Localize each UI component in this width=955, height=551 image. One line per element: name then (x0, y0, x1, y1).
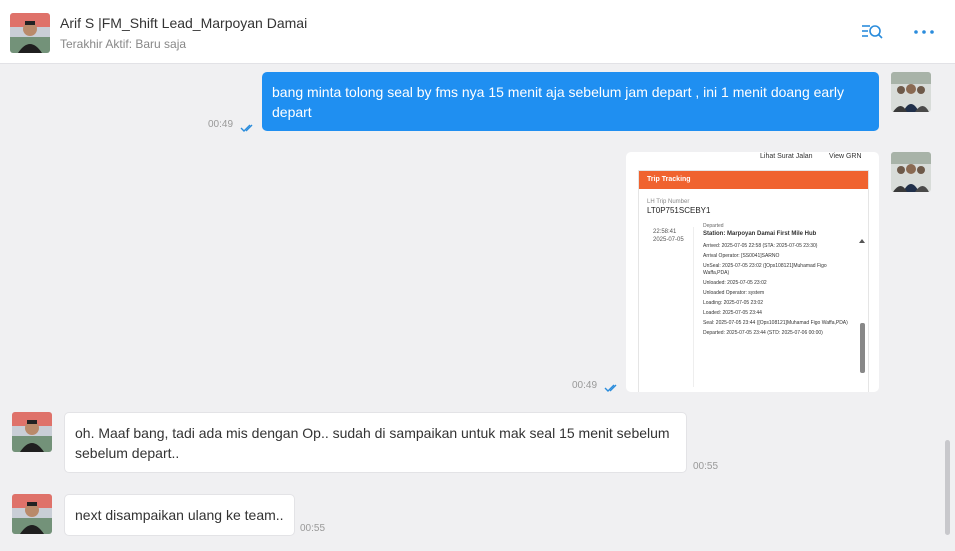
message-time: 00:55 (300, 523, 326, 534)
double-check-icon (604, 380, 620, 392)
message-bubble-outgoing[interactable]: bang minta tolong seal by fms nya 15 men… (262, 72, 879, 131)
message-text: bang minta tolong seal by fms nya 15 men… (272, 84, 844, 120)
detail-line: Departed: 2025-07-05 23:44 (STD: 2025-07… (703, 330, 823, 336)
timeline-divider (693, 227, 694, 387)
timeline-time: 22:58:41 (653, 229, 677, 235)
timeline-date: 2025-07-05 (653, 237, 684, 243)
detail-line: Arrival Operator: [SS0041]SARNO (703, 253, 780, 259)
contact-avatar[interactable] (12, 494, 52, 534)
message-bubble-incoming[interactable]: next disampaikan ulang ke team.. (64, 494, 295, 536)
screenshot-toolbar: Lihat Surat Jalan View GRN (626, 152, 879, 168)
contact-avatar[interactable] (12, 412, 52, 452)
detail-line: Seal: 2025-07-05 23:44 ([Ops108121]Muham… (703, 320, 848, 326)
double-check-icon (240, 120, 256, 132)
detail-line: Unloaded Operator: system (703, 290, 765, 296)
image-message[interactable]: Lihat Surat Jalan View GRN Trip Tracking… (626, 152, 879, 392)
more-horizontal-icon[interactable] (912, 22, 936, 42)
status-badge: Departed (703, 223, 724, 229)
message-time: 00:49 (208, 119, 234, 130)
trip-number-value: LT0P751SCEBY1 (647, 206, 711, 215)
timeline-details: Station: Marpoyan Damai First Mile Hub A… (703, 231, 848, 340)
detail-line: Loading: 2025-07-05 23:02 (703, 300, 764, 306)
chat-scrollbar[interactable] (945, 440, 950, 535)
contact-avatar[interactable] (10, 13, 50, 53)
my-avatar (891, 72, 931, 112)
detail-line: Arrived: 2025-07-05 22:58 (STA: 2025-07-… (703, 243, 818, 249)
detail-line: UnSeal: 2025-07-05 23:02 ([Ops108121]Muh… (703, 263, 827, 276)
message-time: 00:49 (572, 380, 598, 391)
search-list-icon[interactable] (860, 22, 884, 42)
screenshot-scrollbar (860, 323, 865, 373)
message-time: 00:55 (693, 461, 719, 472)
detail-line: Loaded: 2025-07-05 23:44 (703, 310, 762, 316)
detail-line: Unloaded: 2025-07-05 23:02 (703, 280, 767, 286)
trip-tracking-card: Trip Tracking LH Trip Number LT0P751SCEB… (638, 170, 869, 392)
message-bubble-incoming[interactable]: oh. Maaf bang, tadi ada mis dengan Op.. … (64, 412, 687, 473)
contact-last-active: Terakhir Aktif: Baru saja (60, 37, 187, 51)
trip-number-label: LH Trip Number (647, 199, 690, 205)
link-surat-jalan: Lihat Surat Jalan (760, 153, 813, 160)
my-avatar (891, 152, 931, 192)
trip-tracking-title: Trip Tracking (639, 171, 868, 189)
link-view-grn: View GRN (829, 153, 862, 160)
chat-header: Arif S |FM_Shift Lead_Marpoyan Damai Ter… (0, 0, 955, 64)
message-text: oh. Maaf bang, tadi ada mis dengan Op.. … (75, 425, 670, 461)
contact-name: Arif S |FM_Shift Lead_Marpoyan Damai (60, 15, 308, 31)
station-name: Station: Marpoyan Damai First Mile Hub (703, 231, 817, 237)
message-text: next disampaikan ulang ke team.. (75, 507, 284, 523)
